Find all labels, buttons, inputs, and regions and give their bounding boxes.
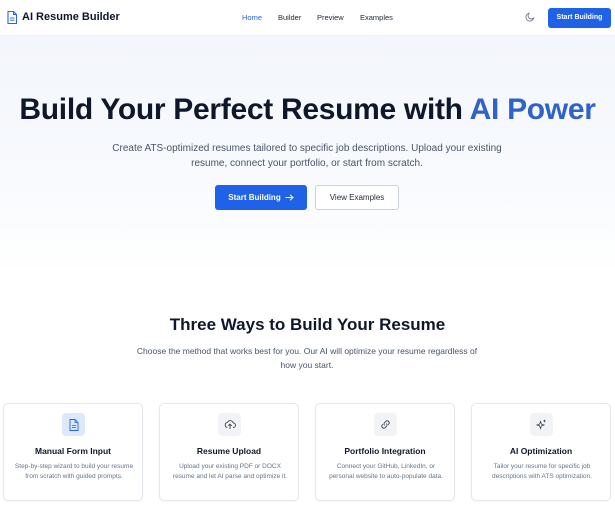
card-resume-upload[interactable]: Resume Upload Upload your existing PDF o… bbox=[159, 403, 299, 501]
nav-preview[interactable]: Preview bbox=[317, 13, 344, 22]
brand-name[interactable]: AI Resume Builder bbox=[22, 11, 120, 23]
nav-home[interactable]: Home bbox=[242, 13, 262, 22]
moon-icon[interactable] bbox=[525, 11, 536, 22]
card-title: Portfolio Integration bbox=[344, 446, 426, 456]
card-title: AI Optimization bbox=[509, 446, 573, 456]
hero-title-main: Build Your Perfect Resume with bbox=[19, 93, 470, 126]
card-description: Tailor your resume for specific job desc… bbox=[492, 463, 592, 480]
view-examples-button[interactable]: View Examples bbox=[315, 185, 399, 210]
features-title: Three Ways to Build Your Resume bbox=[169, 315, 446, 334]
start-building-button[interactable]: Start Building bbox=[215, 185, 307, 210]
card-description: Connect your GitHub, LinkedIn, or person… bbox=[329, 463, 443, 480]
top-navbar: AI Resume Builder Home Builder Preview E… bbox=[0, 0, 615, 36]
card-title: Resume Upload bbox=[196, 446, 262, 456]
hero-subtitle: Create ATS-optimized resumes tailored to… bbox=[112, 143, 502, 169]
header-start-building-button[interactable]: Start Building bbox=[548, 8, 611, 28]
start-building-label: Start Building bbox=[228, 193, 281, 202]
card-ai-optimization[interactable]: AI Optimization Tailor your resume for s… bbox=[471, 403, 611, 501]
hero-title: Build Your Perfect Resume with AI Power bbox=[0, 93, 615, 127]
card-description: Step-by-step wizard to build your resume… bbox=[14, 463, 134, 480]
card-description: Upload your existing PDF or DOCX resume … bbox=[172, 463, 288, 480]
hero-title-accent: AI Power bbox=[469, 93, 596, 126]
upload-icon bbox=[218, 413, 241, 436]
nav-builder[interactable]: Builder bbox=[278, 13, 301, 22]
arrow-right-icon bbox=[285, 194, 294, 201]
nav-examples[interactable]: Examples bbox=[360, 13, 393, 22]
card-title: Manual Form Input bbox=[34, 446, 112, 456]
document-logo-icon[interactable] bbox=[7, 11, 17, 24]
card-manual-form[interactable]: Manual Form Input Step-by-step wizard to… bbox=[3, 403, 143, 501]
features-subtitle: Choose the method that works best for yo… bbox=[136, 346, 478, 370]
document-icon bbox=[62, 413, 85, 436]
link-icon bbox=[374, 413, 397, 436]
sparkles-icon bbox=[530, 413, 553, 436]
card-portfolio-integration[interactable]: Portfolio Integration Connect your GitHu… bbox=[315, 403, 455, 501]
